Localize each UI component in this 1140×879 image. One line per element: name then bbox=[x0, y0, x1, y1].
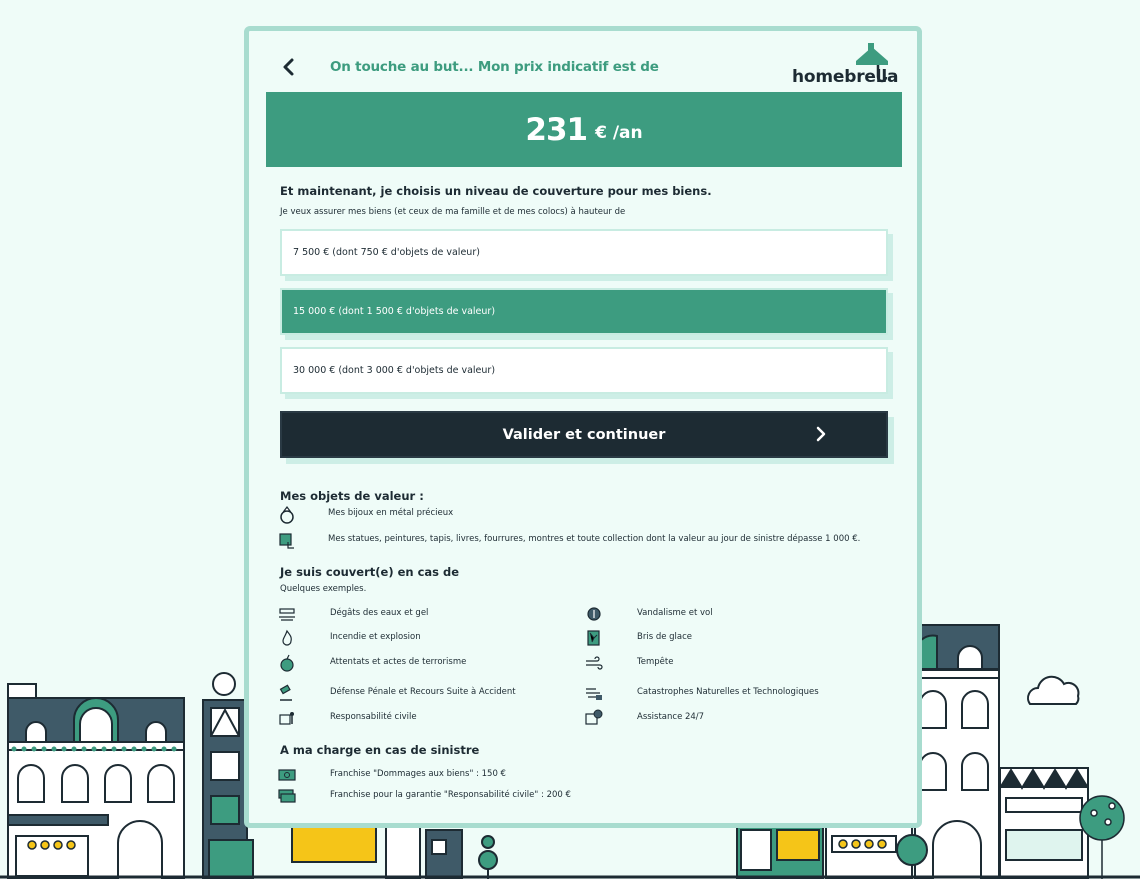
broken-glass-icon bbox=[587, 630, 600, 646]
covered-item: Défense Pénale et Recours Suite à Accide… bbox=[278, 683, 598, 703]
covered-item: Attentats et actes de terrorisme bbox=[278, 653, 578, 673]
assistance-icon bbox=[585, 709, 603, 725]
charge-item: Franchise "Dommages aux biens" : 150 € bbox=[278, 765, 678, 785]
covered-item: Dégâts des eaux et gel bbox=[278, 604, 578, 624]
option-label: 30 000 € (dont 3 000 € d'objets de valeu… bbox=[293, 365, 496, 376]
list-item: Mes bijoux en métal précieux bbox=[278, 505, 898, 525]
disaster-icon bbox=[586, 688, 602, 700]
valuables-title: Mes objets de valeur : bbox=[280, 489, 424, 503]
valuable-label: Mes statues, peintures, tapis, livres, f… bbox=[328, 534, 861, 544]
covered-item: Responsabilité civile bbox=[278, 708, 578, 728]
price-value: 231 bbox=[525, 111, 588, 148]
charge-label: Franchise pour la garantie "Responsabili… bbox=[330, 790, 571, 800]
covered-label: Catastrophes Naturelles et Technologique… bbox=[637, 687, 819, 697]
covered-label: Tempête bbox=[637, 657, 674, 667]
painting-icon bbox=[279, 533, 294, 549]
cta-label: Valider et continuer bbox=[502, 426, 666, 443]
gavel-icon bbox=[279, 684, 292, 701]
covered-label: Défense Pénale et Recours Suite à Accide… bbox=[330, 687, 516, 697]
covered-item: Incendie et explosion bbox=[278, 628, 578, 648]
covered-item: Tempête bbox=[585, 653, 885, 673]
coverage-option-15000[interactable]: 15 000 € (dont 1 500 € d'objets de valeu… bbox=[280, 288, 888, 335]
fire-icon bbox=[282, 629, 292, 646]
covered-subtitle: Quelques exemples. bbox=[280, 584, 367, 594]
chevron-right-icon bbox=[816, 426, 826, 442]
back-button[interactable] bbox=[277, 55, 301, 79]
left-building bbox=[7, 683, 185, 879]
coverage-option-30000[interactable]: 30 000 € (dont 3 000 € d'objets de valeu… bbox=[280, 347, 888, 394]
water-damage-icon bbox=[279, 608, 295, 621]
covered-label: Dégâts des eaux et gel bbox=[330, 608, 429, 618]
chevron-left-icon bbox=[283, 58, 294, 76]
cloud-illustration bbox=[1027, 675, 1080, 705]
quote-card: On touche au but... Mon prix indicatif e… bbox=[244, 26, 922, 828]
logo-text: homebrella bbox=[792, 67, 899, 87]
money-stack-icon bbox=[278, 789, 296, 803]
price-unit: € /an bbox=[595, 122, 643, 143]
wind-icon bbox=[586, 656, 603, 670]
covered-label: Incendie et explosion bbox=[330, 632, 421, 642]
charge-item: Franchise pour la garantie "Responsabili… bbox=[278, 786, 678, 806]
covered-label: Vandalisme et vol bbox=[637, 608, 713, 618]
list-item: Mes statues, peintures, tapis, livres, f… bbox=[278, 531, 898, 551]
price-banner: 231 € /an bbox=[266, 92, 902, 167]
civil-liability-icon bbox=[279, 712, 294, 725]
coverage-subtitle: Je veux assurer mes biens (et ceux de ma… bbox=[280, 207, 626, 217]
covered-item: Catastrophes Naturelles et Technologique… bbox=[585, 683, 905, 703]
covered-item: Vandalisme et vol bbox=[585, 604, 885, 624]
money-icon bbox=[278, 769, 296, 781]
covered-label: Responsabilité civile bbox=[330, 712, 417, 722]
charges-title: A ma charge en cas de sinistre bbox=[280, 743, 480, 757]
covered-item: Bris de glace bbox=[585, 628, 885, 648]
valuable-label: Mes bijoux en métal précieux bbox=[328, 508, 454, 518]
ring-icon bbox=[280, 506, 294, 524]
coverage-title: Et maintenant, je choisis un niveau de c… bbox=[280, 184, 712, 198]
covered-label: Bris de glace bbox=[637, 632, 693, 642]
covered-label: Attentats et actes de terrorisme bbox=[330, 657, 467, 667]
covered-title: Je suis couvert(e) en cas de bbox=[280, 565, 460, 579]
coverage-option-7500[interactable]: 7 500 € (dont 750 € d'objets de valeur) bbox=[280, 229, 888, 276]
theft-icon bbox=[587, 607, 601, 621]
covered-item: Assistance 24/7 bbox=[585, 708, 885, 728]
validate-continue-button[interactable]: Valider et continuer bbox=[280, 411, 888, 458]
covered-label: Assistance 24/7 bbox=[637, 712, 705, 722]
bomb-icon bbox=[280, 654, 294, 672]
option-label: 7 500 € (dont 750 € d'objets de valeur) bbox=[293, 247, 480, 258]
charge-label: Franchise "Dommages aux biens" : 150 € bbox=[330, 769, 506, 779]
option-label: 15 000 € (dont 1 500 € d'objets de valeu… bbox=[293, 306, 496, 317]
page-title: On touche au but... Mon prix indicatif e… bbox=[330, 59, 659, 75]
brand-logo[interactable]: homebrella bbox=[792, 43, 898, 87]
